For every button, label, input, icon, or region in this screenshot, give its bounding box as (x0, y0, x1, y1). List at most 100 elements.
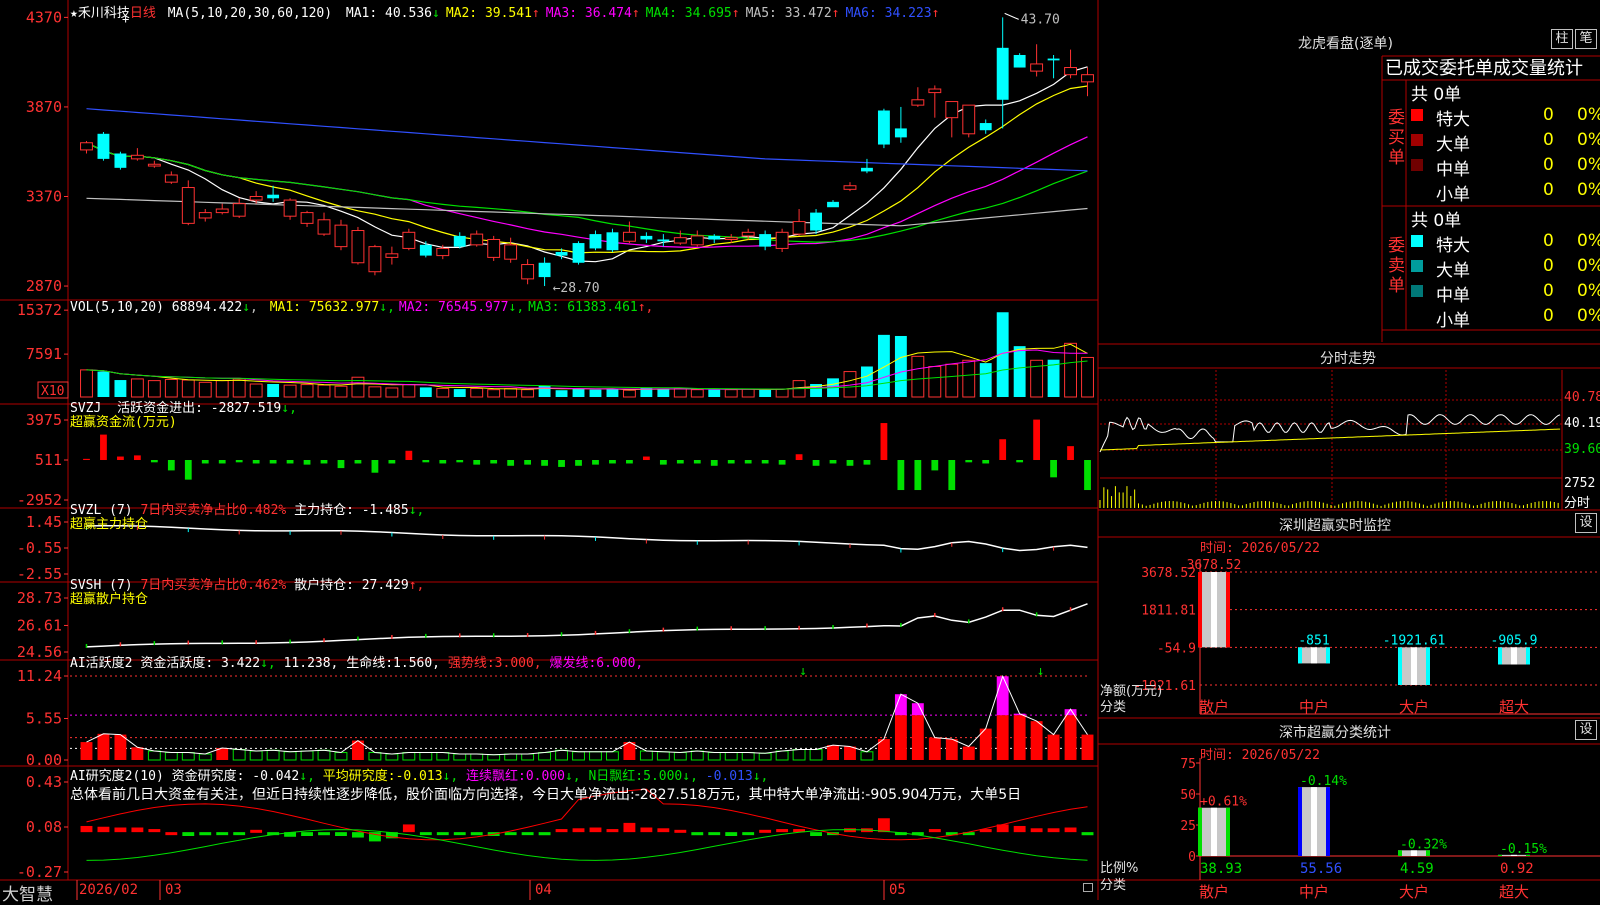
lock-icon[interactable] (1083, 883, 1093, 892)
svzj-bar (880, 423, 888, 461)
order-row-pct: 0% (1577, 180, 1600, 200)
period-label[interactable]: 日线 (130, 6, 156, 21)
order-row-count: 0 (1543, 231, 1554, 251)
ai-active-bar (249, 750, 263, 761)
order-row: 中单 0 0% (1411, 281, 1600, 306)
monitor-value-label: 3678.52 (1187, 558, 1242, 573)
svzj-bar (117, 456, 124, 461)
stats-category-label: 散户 (1199, 883, 1229, 900)
ai-active-bar (606, 751, 619, 761)
ai-research-bar (1013, 825, 1026, 833)
vol-bar (470, 388, 484, 398)
candle-body (1013, 54, 1026, 68)
ai-active-header: AI活跃度2 资金活跃度: 3.422↓, 11.238, 生命线:1.560,… (70, 656, 644, 671)
stats-category-label: 大户 (1399, 883, 1429, 900)
svzj-bar (812, 460, 820, 466)
monitor-bar-edge (1326, 647, 1330, 664)
vol-bar (80, 369, 93, 398)
ai-active-bar (114, 734, 127, 760)
ma-line-3 (86, 136, 1088, 249)
ai-research-bar (928, 829, 941, 833)
ai-research-bar (572, 828, 585, 833)
vol-bar (419, 387, 432, 397)
svzj-bar (286, 460, 294, 464)
svzj-bar (490, 460, 498, 464)
vol-bar (97, 371, 110, 397)
bar-view-button[interactable]: 柱 (1551, 29, 1573, 49)
stats-bar-highlight (1311, 787, 1317, 856)
ma-legend-item: MA6: 34.223↑ (845, 6, 940, 21)
candle-body (673, 237, 687, 244)
svzj-bar (150, 460, 158, 463)
ai-active-bar (894, 715, 907, 760)
svzj-bar (184, 460, 192, 480)
sz-monitor-time: 时间: 2026/05/22 (1200, 541, 1320, 556)
ai-research-bar (759, 829, 772, 833)
monitor-bar-edge (1198, 572, 1202, 648)
date-label-may: 05 (889, 882, 906, 898)
ai-research-bar (402, 824, 415, 833)
svzj-bar (761, 460, 769, 464)
svzj-bar (371, 460, 379, 473)
order-row: 小单 0 0% (1411, 180, 1600, 205)
vol-bar (589, 389, 602, 397)
ai-active-bar (131, 747, 144, 760)
ai-research-bar (250, 829, 263, 833)
candle-body (555, 252, 568, 256)
svzj-bar (575, 460, 582, 466)
intraday-tick-low: 39.60 (1564, 442, 1600, 457)
tick-view-button[interactable]: 笔 (1575, 29, 1597, 49)
stats-bar-edge (1326, 787, 1330, 856)
monitor-y-label: 1811.81 (1141, 604, 1196, 619)
ai-research-bar (199, 832, 212, 836)
vol-bar (283, 384, 297, 398)
candle-body (810, 212, 822, 231)
svzj-bar (965, 460, 973, 463)
ai-active-bar (911, 715, 924, 760)
ai-research-y-label: 0.43 (26, 773, 62, 791)
ai-active-bar (860, 751, 874, 761)
svzj-bar (133, 455, 141, 461)
candle-body (657, 239, 670, 242)
svzj-bar (337, 460, 345, 469)
ai-active-bar (538, 752, 552, 761)
ai-active-y-label: 5.55 (26, 710, 62, 728)
vol-bar (673, 388, 687, 398)
vol-bar (1064, 342, 1077, 398)
intraday-avg-line (1099, 428, 1561, 451)
candle-body (708, 235, 721, 240)
brand-label: 大智慧 (2, 885, 53, 905)
ma-legend-item: MA2: 39.541↑ (445, 6, 540, 21)
intraday-vol-label: 2752 (1564, 476, 1596, 491)
dragon-tiger-title: 龙虎看盘(逐单) (1298, 36, 1393, 52)
vol-bar (1081, 356, 1094, 398)
ma-line-1 (86, 66, 1088, 263)
svzj-bar (795, 454, 803, 461)
svsh-y-label: 24.56 (17, 643, 62, 661)
ai-research-bar (555, 829, 568, 833)
monitor-bar-highlight (1311, 647, 1317, 664)
svzj-bar (1050, 460, 1057, 478)
stats-change-label: -0.15% (1500, 842, 1547, 857)
ai-research-bar (131, 827, 144, 833)
candle-body (470, 233, 484, 246)
candle-body (741, 231, 755, 237)
ai-research-bar (1047, 828, 1060, 833)
ma-legend-item: MA1: 40.536↓ (345, 6, 440, 21)
ai-active-bar (758, 752, 772, 761)
vol-legend: MA1: 75632.977↓, MA2: 76545.977↓, MA3: 613… (266, 300, 654, 315)
sz-stats-settings-button[interactable]: 设 (1575, 720, 1597, 740)
ai-active-bar (844, 746, 856, 760)
ai-active-bar (945, 739, 958, 760)
vol-bar (911, 355, 925, 398)
ai-active-bar (555, 749, 568, 761)
vol-bar (724, 389, 738, 398)
ai-research-bar (606, 829, 619, 833)
ai-active-bar (436, 752, 450, 761)
vol-bar (487, 389, 501, 398)
sz-monitor-settings-button[interactable]: 设 (1575, 513, 1597, 533)
order-row: 特大 0 0% (1411, 105, 1600, 130)
order-row-label: 小单 (1436, 311, 1470, 331)
ai-active-bar (385, 753, 399, 761)
svzj-bar (167, 460, 175, 471)
